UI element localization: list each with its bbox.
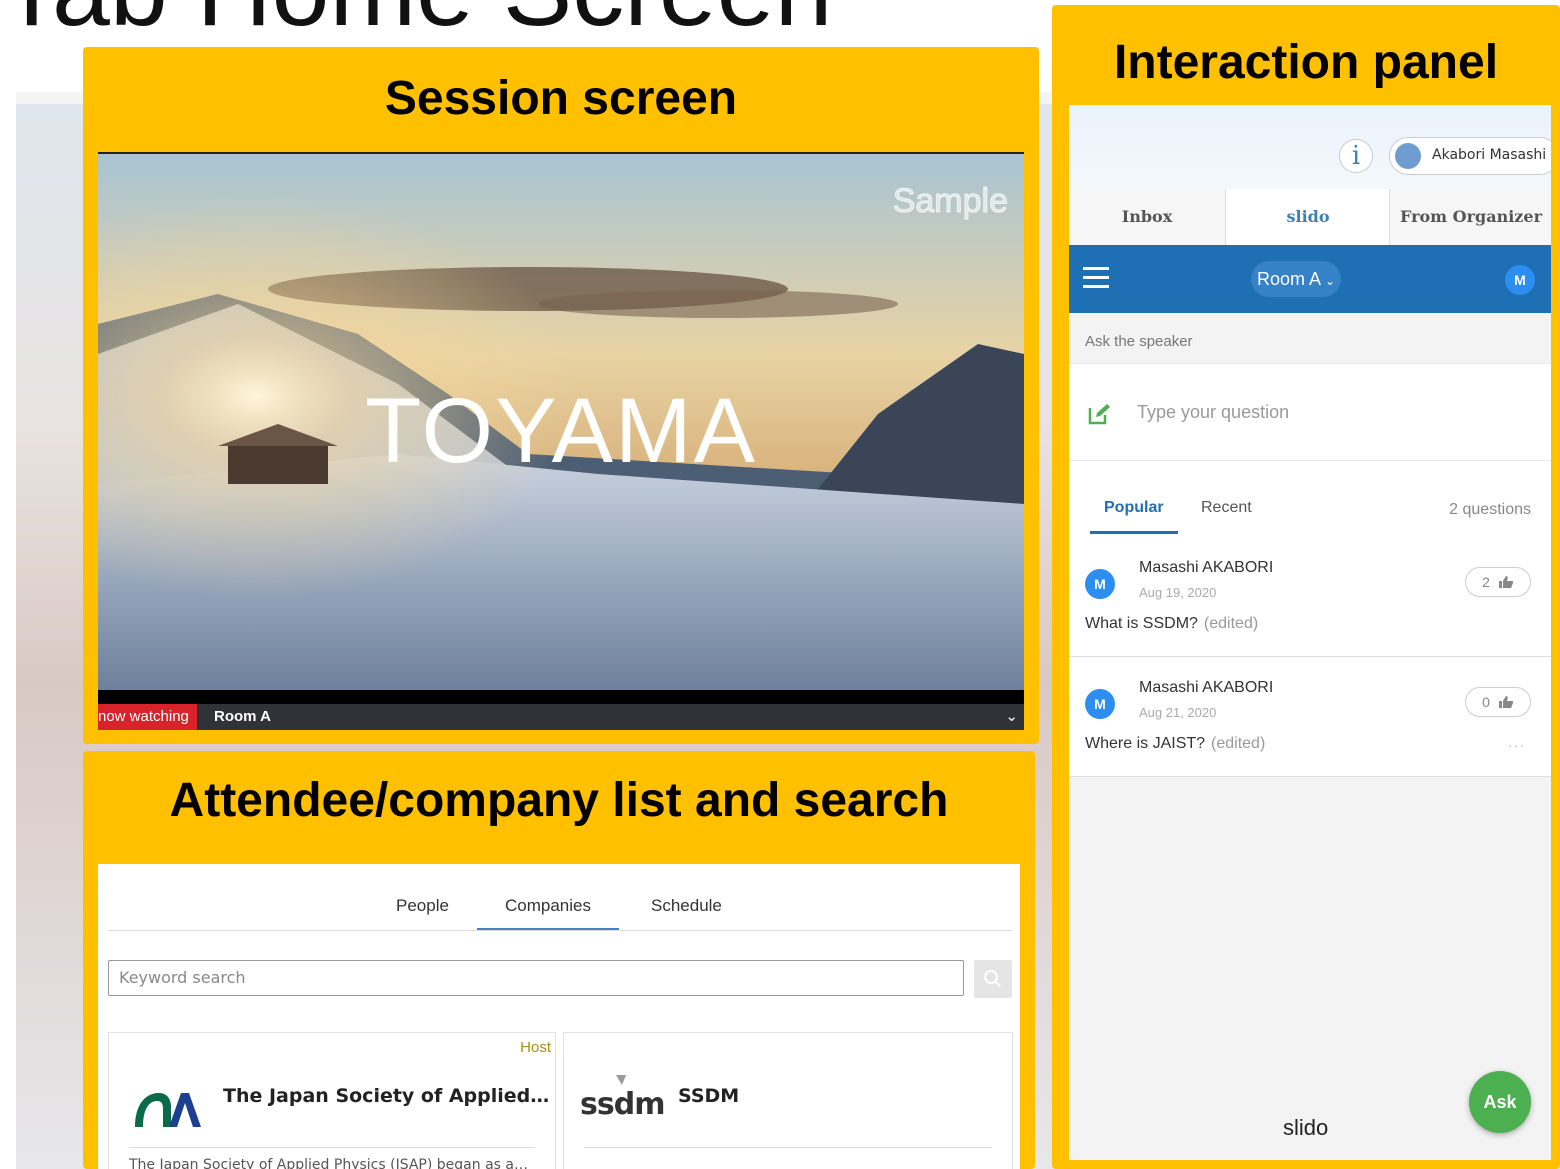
menu-icon[interactable] [1083, 267, 1109, 289]
question-text: What is SSDM? [1085, 615, 1198, 632]
question-placeholder: Type your question [1137, 402, 1290, 422]
tab-schedule[interactable]: Schedule [651, 896, 722, 916]
slide-title: Tab Home Screen [0, 0, 832, 42]
slido-header-bar: Room A ⌄ M [1069, 245, 1551, 313]
company-card-jsap[interactable]: Host The Japan Society of Applied… The J… [108, 1032, 556, 1169]
tab-recent[interactable]: Recent [1201, 499, 1252, 517]
thumbs-up-icon [1498, 576, 1514, 588]
jsap-logo-icon [135, 1093, 201, 1127]
session-video-player[interactable]: TOYAMA Sample now watching Room A ⌄ [98, 152, 1024, 730]
attendee-tabs: People Companies Schedule [108, 892, 1012, 931]
company-name: SSDM [678, 1085, 740, 1107]
question-author: Masashi AKABORI [1139, 679, 1274, 696]
slido-brand-logo: slido [1283, 1115, 1329, 1140]
ssdm-logo-text: ssdm [580, 1087, 665, 1122]
tab-inbox[interactable]: Inbox [1069, 189, 1225, 245]
search-button[interactable] [974, 960, 1012, 998]
search-icon [984, 970, 1001, 987]
like-count: 2 [1482, 574, 1490, 590]
now-watching-bar[interactable]: now watching Room A ⌄ [98, 690, 1024, 730]
keyword-search-input[interactable]: Keyword search [108, 960, 964, 996]
panel-tabs: Inbox slido From Organizer [1069, 189, 1551, 246]
current-room-label: Room A [214, 708, 271, 725]
video-title-text: TOYAMA [365, 380, 757, 482]
company-card-ssdm[interactable]: ssdm SSDM [563, 1032, 1013, 1169]
interaction-panel: i Akabori Masashi Inbox slido From Organ… [1069, 105, 1551, 1160]
tab-from-organizer[interactable]: From Organizer [1389, 189, 1551, 245]
question-text: Where is JAIST? [1085, 735, 1206, 752]
host-tag: Host [520, 1039, 551, 1056]
ask-button[interactable]: Ask [1469, 1071, 1531, 1133]
question-date: Aug 19, 2020 [1139, 585, 1217, 600]
room-selector-label: Room A [1256, 269, 1321, 289]
ask-speaker-label: Ask the speaker [1085, 333, 1193, 350]
company-name: The Japan Society of Applied… [223, 1085, 550, 1107]
attendee-panel: People Companies Schedule Keyword search… [98, 864, 1020, 1169]
room-selector[interactable]: Room A ⌄ [1251, 261, 1341, 297]
attendee-list-label: Attendee/company list and search [169, 774, 949, 827]
now-watching-badge: now watching [98, 704, 197, 730]
chevron-down-icon: ⌄ [1324, 274, 1336, 288]
like-button[interactable]: 2 [1465, 567, 1531, 597]
info-icon[interactable]: i [1339, 139, 1373, 173]
question-text-row: What is SSDM? (edited) [1085, 615, 1258, 633]
question-author: Masashi AKABORI [1139, 559, 1274, 576]
sample-watermark: Sample [892, 182, 1008, 221]
room-dropdown-chevron-icon[interactable]: ⌄ [1005, 704, 1018, 730]
tab-slido[interactable]: slido [1225, 189, 1390, 245]
edit-icon [1088, 404, 1110, 425]
tab-companies[interactable]: Companies [477, 896, 619, 930]
edited-marker: (edited) [1203, 615, 1259, 632]
tab-popular[interactable]: Popular [1090, 499, 1178, 534]
panel-header: i Akabori Masashi [1069, 105, 1551, 189]
edited-marker: (edited) [1211, 735, 1266, 752]
question-text-row: Where is JAIST? (edited) [1085, 735, 1265, 753]
question-tabs: Popular Recent 2 questions [1069, 461, 1551, 538]
account-avatar[interactable]: M [1505, 265, 1535, 295]
more-options-icon[interactable]: ··· [1508, 737, 1525, 753]
user-name: Akabori Masashi [1432, 147, 1547, 163]
author-avatar: M [1085, 569, 1115, 599]
thumbs-up-icon [1498, 696, 1514, 708]
question-item[interactable]: M Masashi AKABORI Aug 21, 2020 Where is … [1069, 657, 1551, 777]
tab-people[interactable]: People [396, 896, 449, 916]
question-item[interactable]: M Masashi AKABORI Aug 19, 2020 What is S… [1069, 537, 1551, 657]
question-date: Aug 21, 2020 [1139, 705, 1217, 720]
like-button[interactable]: 0 [1465, 687, 1531, 717]
card-divider [584, 1147, 992, 1148]
question-input-field[interactable]: Type your question [1069, 363, 1551, 461]
card-divider [129, 1147, 535, 1148]
question-count: 2 questions [1449, 501, 1531, 518]
author-avatar: M [1085, 689, 1115, 719]
interaction-panel-label: Interaction panel [1113, 36, 1499, 89]
user-menu-chip[interactable]: Akabori Masashi [1389, 137, 1551, 175]
user-avatar [1395, 143, 1421, 169]
like-count: 0 [1482, 694, 1490, 710]
company-description: The Japan Society of Applied Physics (JS… [129, 1157, 528, 1169]
session-screen-label: Session screen [384, 72, 738, 125]
